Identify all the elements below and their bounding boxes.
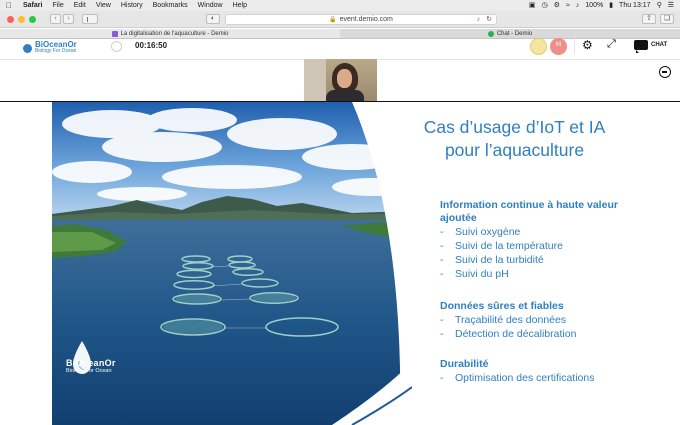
menu-history[interactable]: History [116,0,148,11]
list-item: - Suivi oxygène [440,226,521,238]
volume-icon[interactable]: ♪ [576,0,580,11]
chat-button[interactable]: CHAT [634,40,668,53]
timer-menu-icon[interactable]: ◷ [542,0,548,11]
sidebar-toggle-icon[interactable] [82,14,98,24]
close-window-icon[interactable] [7,15,14,23]
gear-menu-icon[interactable]: ⚙ [554,0,560,11]
list-item: - Suivi du pH [440,268,509,280]
back-arrow-icon[interactable]: ‹ [50,14,61,24]
macos-menubar:  Safari File Edit View History Bookmark… [0,0,680,11]
tab-title: Chat - Demio [496,30,533,37]
list-item: - Suivi de la turbidité [440,254,544,266]
presenter-webcam[interactable] [304,59,377,101]
logo-tagline: Biology For Ocean [35,48,77,54]
menu-window[interactable]: Window [193,0,228,11]
menu-edit[interactable]: Edit [69,0,91,11]
section-heading: Information continue à haute valeur ajou… [440,199,618,224]
slide-title: Cas d’usage d’IoT et IA pour l’aquacultu… [423,117,606,160]
menu-file[interactable]: File [47,0,68,11]
forward-arrow-icon[interactable]: › [63,14,74,24]
toolbar-right-buttons: ⇧ ❏ [642,14,680,24]
wifi-icon[interactable]: ≈ [566,0,570,11]
reload-icon[interactable]: ↻ [486,15,492,25]
chat-bubble-icon [634,40,648,53]
slide-brand-tagline: Biology For Ocean [66,368,112,374]
slide-brand-logo: BiOceanOr Biology For Ocean [66,358,116,374]
list-item: - Détection de décalibration [440,328,577,340]
menu-help[interactable]: Help [228,0,252,11]
slide-section-donnees: Données sûres et fiables - Traçabilité de… [440,300,625,341]
clock[interactable]: Thu 13:17 [619,0,651,11]
address-bar[interactable]: 🔒 event.demio.com ♪ ↻ [225,13,497,25]
battery-percent[interactable]: 100% [585,0,603,11]
slide-section-information: Information continue à haute valeur ajou… [440,199,625,281]
menu-bookmarks[interactable]: Bookmarks [148,0,193,11]
fullscreen-expand-icon[interactable]: ⤢ [607,38,616,51]
header-divider [574,32,575,54]
slide-section-durabilite: Durabilité - Optimisation des certificati… [440,358,625,385]
window-controls [0,15,36,23]
apple-menu-icon[interactable]:  [0,1,18,10]
share-icon[interactable]: ⇧ [642,14,656,24]
aquaculture-farm-photo [52,102,412,425]
chat-button-label: CHAT [651,42,668,48]
control-center-icon[interactable]: ☰ [668,0,674,11]
audio-playing-icon[interactable]: ♪ [477,15,481,25]
minimize-window-icon[interactable] [18,15,25,23]
chat-favicon-icon [487,30,494,37]
avatar[interactable] [530,38,547,55]
demio-favicon-icon [111,30,118,37]
zoom-window-icon[interactable] [29,15,36,23]
list-item: - Traçabilité des données [440,314,567,326]
minimize-stage-icon[interactable] [659,66,671,78]
tab-demio-event[interactable]: La digitalisation de l'aquaculture - Dem… [0,29,340,38]
section-heading: Données sûres et fiables [440,300,564,312]
organizer-logo: BiOceanOr Biology For Ocean [23,41,77,55]
privacy-shield-icon[interactable]: ◐ [206,14,220,24]
slide-brand-name: BiOceanOr [66,358,116,368]
address-bar-url: event.demio.com [339,15,393,23]
menubar-status-area: ▣ ◷ ⚙ ≈ ♪ 100% ▮ Thu 13:17 ⚲ ☰ [529,0,680,11]
event-header: BiOceanOr Biology For Ocean 00:16:50 M ⚙… [0,32,680,60]
list-item: - Suivi de la température [440,240,563,252]
list-item: - Optimisation des certifications [440,372,595,384]
browser-toolbar: ‹ › ◐ 🔒 event.demio.com ♪ ↻ ⇧ ❏ [0,11,680,28]
session-timer: 00:16:50 [135,41,168,50]
tab-title: La digitalisation de l'aquaculture - Dem… [120,30,229,37]
tab-bar: La digitalisation de l'aquaculture - Dem… [0,29,680,39]
water-drop-icon [23,43,32,53]
section-heading: Durabilité [440,358,489,370]
spotlight-icon[interactable]: ⚲ [657,0,662,11]
lock-icon: 🔒 [329,16,337,23]
avatar-user[interactable]: M [550,38,567,55]
logo-name: BiOceanOr [35,40,77,49]
live-indicator-icon [111,41,122,52]
battery-icon[interactable]: ▮ [609,0,613,11]
menu-view[interactable]: View [91,0,116,11]
settings-gear-icon[interactable]: ⚙ [582,38,593,52]
presentation-slide: BiOceanOr Biology For Ocean Cas d’usage … [52,102,625,425]
menu-safari[interactable]: Safari [18,0,47,11]
tab-overview-icon[interactable]: ❏ [660,14,674,24]
tab-chat[interactable]: Chat - Demio [340,29,680,38]
screen-record-icon[interactable]: ▣ [529,0,536,11]
